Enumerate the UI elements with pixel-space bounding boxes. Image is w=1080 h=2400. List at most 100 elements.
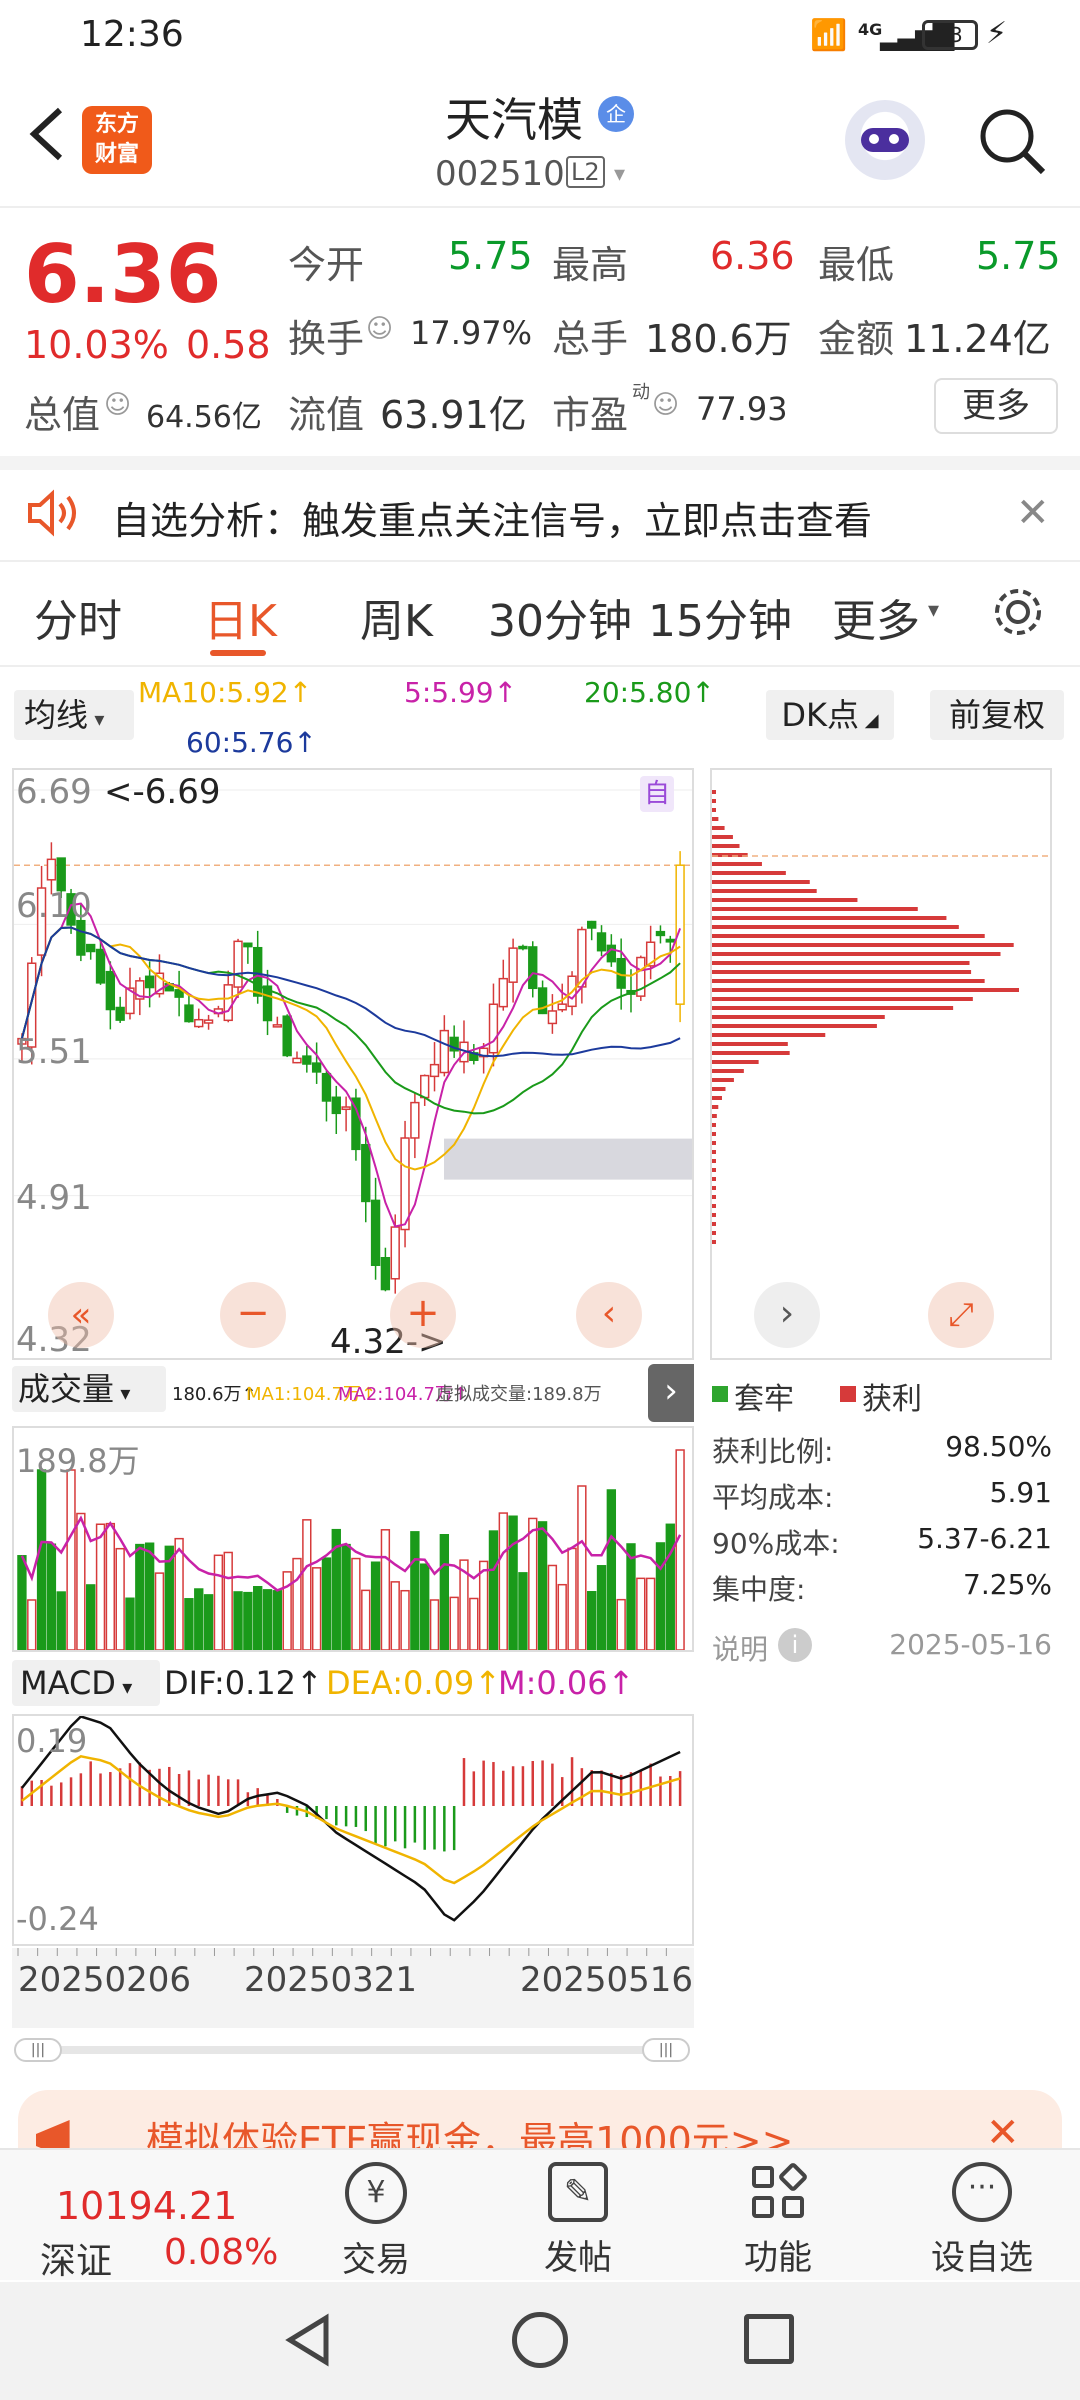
nav-back-icon[interactable] bbox=[280, 2310, 340, 2370]
volume-bar bbox=[636, 1577, 646, 1650]
adjust-button[interactable]: 前复权 bbox=[930, 690, 1064, 740]
chip-bar bbox=[712, 1159, 716, 1163]
high-label: 最高 bbox=[552, 243, 629, 287]
more-dropdown-icon[interactable]: ▾ bbox=[928, 598, 939, 623]
range-slider[interactable]: ||| ||| bbox=[14, 2038, 692, 2062]
chip-bar bbox=[712, 1186, 716, 1190]
volume-value: 180.6万 bbox=[645, 317, 792, 361]
ma5-value: 5:5.99↑ bbox=[404, 676, 518, 709]
scroll-right-icon[interactable]: › bbox=[754, 1282, 820, 1348]
index-percent: 0.08% bbox=[164, 2232, 279, 2273]
candle bbox=[351, 1097, 361, 1151]
chip-bar bbox=[712, 1231, 716, 1235]
volume-bar bbox=[469, 1597, 479, 1650]
chip-bar bbox=[712, 1042, 788, 1046]
search-icon[interactable] bbox=[975, 104, 1050, 179]
dk-point-button[interactable]: DK点 ◢ bbox=[766, 690, 894, 740]
nav-label: 发帖 bbox=[544, 2238, 612, 2278]
volume-bar bbox=[488, 1530, 499, 1650]
volume-bar bbox=[606, 1489, 617, 1650]
volume-bar bbox=[17, 1555, 27, 1650]
gap-zone bbox=[444, 1138, 692, 1180]
nav-functions[interactable]: 功能 bbox=[720, 2161, 836, 2282]
open-label: 今开 bbox=[288, 243, 365, 287]
macd-chart[interactable]: 0.19 -0.24 bbox=[12, 1714, 694, 1946]
macd-toggle-button[interactable]: MACD ▾ bbox=[12, 1660, 160, 1706]
index-ticker[interactable]: 10194.21 深证 0.08% bbox=[0, 2150, 290, 2282]
auto-badge[interactable]: 自 bbox=[640, 776, 674, 812]
tab-15min[interactable]: 15分钟 bbox=[648, 585, 792, 649]
zoom-out-icon[interactable]: − bbox=[220, 1282, 286, 1348]
info-icon[interactable]: ☺ bbox=[366, 314, 393, 344]
analysis-banner[interactable]: 自选分析：触发重点关注信号，立即点击查看 ✕ bbox=[0, 470, 1080, 558]
nav-add-watchlist[interactable]: ··· 设自选 bbox=[920, 2162, 1044, 2282]
gear-icon[interactable] bbox=[990, 584, 1046, 640]
level-badge[interactable]: L2 bbox=[566, 156, 605, 188]
candle bbox=[547, 1010, 558, 1025]
tab-30min[interactable]: 30分钟 bbox=[488, 585, 632, 649]
back-icon[interactable] bbox=[22, 102, 72, 166]
volume-toggle-button[interactable]: 成交量 ▾ bbox=[12, 1366, 166, 1412]
date-label-2: 20250321 bbox=[244, 1960, 418, 2000]
date-axis: 20250206 20250321 20250516 bbox=[12, 1948, 694, 2028]
chip-bar bbox=[712, 844, 740, 848]
y-axis-4: 4.91 bbox=[16, 1178, 92, 1218]
nav-home-icon[interactable] bbox=[512, 2312, 568, 2368]
volume-chart[interactable]: 189.8万 bbox=[12, 1426, 694, 1652]
index-name: 深证 bbox=[40, 2241, 113, 2282]
volume-bar bbox=[400, 1589, 410, 1650]
tab-more[interactable]: 更多 bbox=[832, 585, 920, 649]
info-icon[interactable]: i bbox=[778, 1628, 812, 1662]
candle bbox=[86, 943, 96, 953]
more-button[interactable]: 更多 bbox=[934, 378, 1058, 434]
volume-bar bbox=[341, 1543, 351, 1650]
range-left-handle[interactable]: ||| bbox=[14, 2038, 62, 2062]
info-icon[interactable]: ☺ bbox=[104, 390, 131, 420]
tab-daily-k[interactable]: 日K bbox=[204, 585, 277, 649]
chip-distribution-chart[interactable]: › ⤢ bbox=[710, 768, 1052, 1360]
ma-toggle-button[interactable]: 均线 ▾ bbox=[14, 690, 134, 740]
chip-bar bbox=[712, 1096, 722, 1100]
chip-note-label[interactable]: 说明 bbox=[712, 1628, 768, 1668]
volume-current: 180.6万↑ bbox=[172, 1384, 257, 1405]
nav-post[interactable]: ✎ 发帖 bbox=[520, 2162, 636, 2282]
chip-bar bbox=[712, 934, 985, 938]
chip-bar bbox=[712, 1222, 716, 1226]
volume-bar bbox=[262, 1589, 273, 1650]
scroll-left-icon[interactable]: ‹ bbox=[576, 1282, 642, 1348]
current-price: 6.36 bbox=[24, 228, 222, 321]
change-percent: 10.03% bbox=[24, 323, 169, 367]
expand-icon[interactable]: ⤢ bbox=[928, 1282, 994, 1348]
info-icon[interactable]: ☺ bbox=[652, 390, 679, 420]
amount-value: 11.24亿 bbox=[904, 317, 1051, 361]
robot-avatar-icon[interactable] bbox=[845, 100, 925, 180]
date-label-1: 20250206 bbox=[18, 1960, 192, 2000]
close-icon[interactable]: ✕ bbox=[986, 2110, 1020, 2150]
ma10-value: MA10:5.92↑ bbox=[138, 676, 313, 709]
app-logo[interactable]: 东方 财富 bbox=[82, 106, 152, 174]
volume-bar bbox=[537, 1521, 548, 1650]
promo-banner[interactable]: 模拟体验ETF赢现金，最高1000元>> ✕ bbox=[18, 2090, 1062, 2150]
more-dots-icon: ··· bbox=[952, 2162, 1012, 2222]
range-track bbox=[24, 2046, 680, 2054]
volume-y-max: 189.8万 bbox=[16, 1442, 140, 1480]
tab-weekly-k[interactable]: 周K bbox=[360, 585, 433, 649]
legend-profit-label: 获利 bbox=[862, 1382, 922, 1417]
dk-point-label: DK点 bbox=[781, 696, 860, 734]
nav-trade[interactable]: ¥ 交易 bbox=[318, 2162, 434, 2282]
range-right-handle[interactable]: ||| bbox=[642, 2038, 690, 2062]
candle bbox=[184, 1004, 194, 1023]
candle bbox=[361, 1143, 371, 1203]
close-icon[interactable]: ✕ bbox=[1016, 490, 1050, 536]
scroll-left-fast-icon[interactable]: « bbox=[48, 1282, 114, 1348]
kline-chart[interactable]: 6.69 6.10 5.51 4.91 4.32 <-6.69 4.32-> 自… bbox=[12, 768, 694, 1362]
stat-value: 7.25% bbox=[963, 1568, 1052, 1601]
candle bbox=[429, 1063, 440, 1078]
expand-side-panel-icon[interactable]: › bbox=[648, 1364, 694, 1422]
level-dropdown-icon[interactable]: ▾ bbox=[614, 162, 625, 187]
charging-icon: ⚡ bbox=[986, 16, 1008, 51]
zoom-in-icon[interactable]: + bbox=[390, 1282, 456, 1348]
macd-dif: DIF:0.12↑ bbox=[164, 1664, 323, 1702]
tab-intraday[interactable]: 分时 bbox=[34, 585, 122, 649]
nav-recents-icon[interactable] bbox=[744, 2314, 794, 2364]
